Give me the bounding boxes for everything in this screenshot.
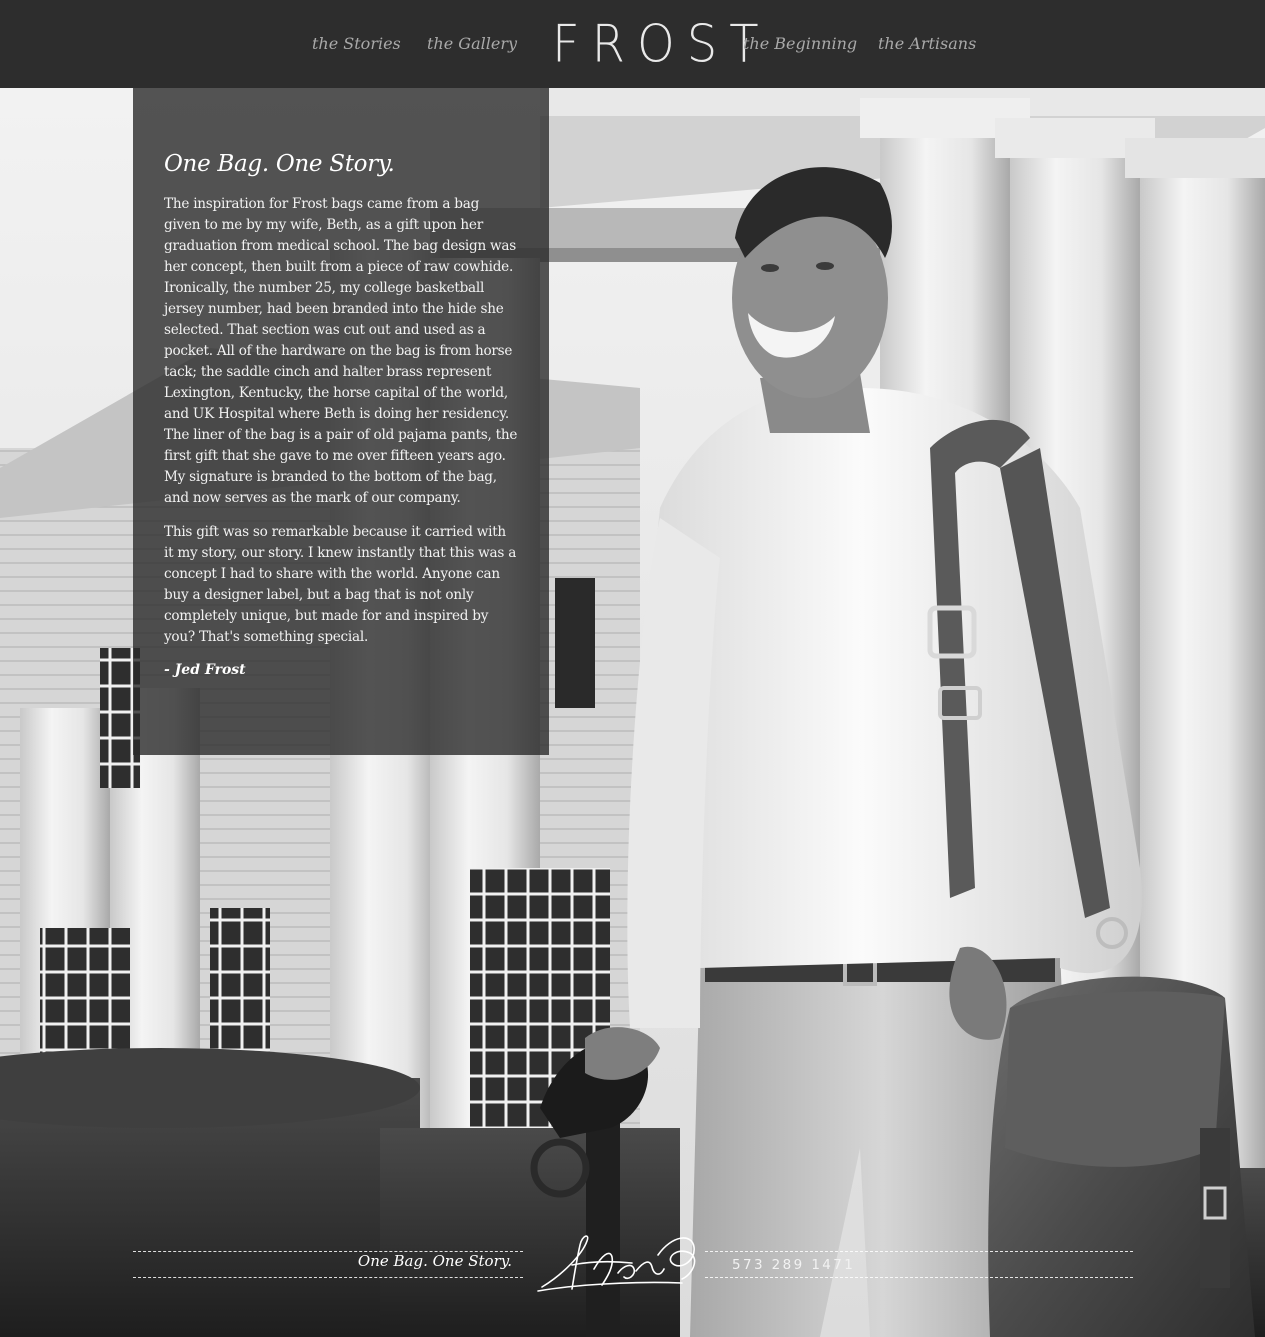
- footer-phone-number[interactable]: 573 289 1471: [732, 1257, 855, 1273]
- nav-link-gallery[interactable]: the Gallery: [427, 30, 517, 58]
- footer-divider-bottom-right: [705, 1277, 1133, 1278]
- nav-link-artisans[interactable]: the Artisans: [878, 30, 976, 58]
- story-signoff: - Jed Frost: [164, 662, 246, 678]
- frost-logo[interactable]: FROST: [540, 14, 759, 74]
- story-title: One Bag. One Story.: [164, 151, 395, 177]
- signature-logo[interactable]: [532, 1225, 704, 1297]
- footer-tagline: One Bag. One Story.: [357, 1252, 512, 1270]
- story-paragraph-1: The inspiration for Frost bags came from…: [164, 196, 518, 506]
- story-paragraph-2: This gift was so remarkable because it c…: [164, 524, 517, 645]
- top-navigation-bar: the Stories the Gallery FROST the Beginn…: [0, 0, 1265, 88]
- story-panel: One Bag. One Story. The inspiration for …: [133, 88, 549, 755]
- nav-link-beginning[interactable]: the Beginning: [743, 30, 857, 58]
- footer: One Bag. One Story. 573 289 1471: [0, 1225, 1265, 1305]
- footer-divider-top-right: [705, 1251, 1133, 1252]
- nav-link-stories[interactable]: the Stories: [312, 30, 401, 58]
- footer-divider-bottom-left: [133, 1277, 523, 1278]
